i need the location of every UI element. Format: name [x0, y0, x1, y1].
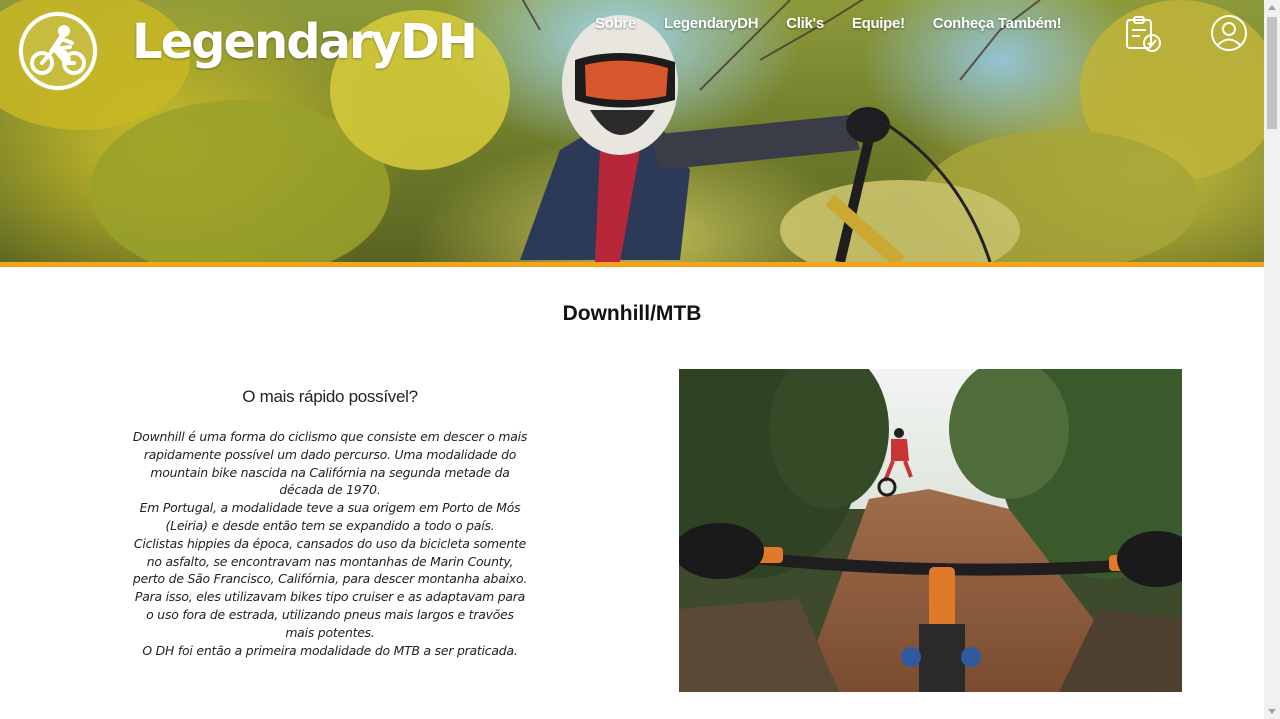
clipboard-check-icon[interactable]: [1122, 14, 1162, 54]
brand-title[interactable]: LegendaryDH: [132, 14, 478, 70]
article-paragraph: Ciclistas hippies da época, cansados do …: [132, 535, 528, 640]
hero-banner: LegendaryDH Sobre LegendaryDH Clik's Equ…: [0, 0, 1264, 262]
scrollbar-thumb[interactable]: [1267, 17, 1277, 129]
logo[interactable]: [18, 11, 98, 91]
vertical-scrollbar[interactable]: [1264, 0, 1280, 719]
article-paragraph: Downhill é uma forma do ciclismo que con…: [132, 429, 528, 498]
main-nav: Sobre LegendaryDH Clik's Equipe! Conheça…: [595, 15, 1062, 32]
user-icon[interactable]: [1210, 14, 1248, 52]
scroll-up-arrow-icon[interactable]: [1268, 5, 1276, 10]
page-title: Downhill/MTB: [562, 302, 702, 325]
section-subheading: O mais rápido possível?: [242, 387, 418, 406]
nav-item-sobre[interactable]: Sobre: [595, 15, 636, 32]
nav-item-conheca-tambem[interactable]: Conheça Também!: [933, 15, 1062, 32]
nav-item-cliks[interactable]: Clik's: [786, 15, 824, 32]
article-paragraph: O DH foi então a primeira modalidade do …: [142, 642, 518, 658]
nav-item-equipe[interactable]: Equipe!: [852, 15, 905, 32]
downhill-trail-photo: [679, 369, 1182, 692]
article-body: Downhill é uma forma do ciclismo que con…: [130, 428, 530, 659]
trail-pov-illustration: [679, 369, 1182, 692]
hero-accent-border: [0, 262, 1264, 267]
mountain-bike-logo-icon: [19, 12, 97, 90]
article-paragraph: Em Portugal, a modalidade teve a sua ori…: [139, 500, 521, 533]
scroll-down-arrow-icon[interactable]: [1268, 709, 1276, 714]
nav-item-legendarydh[interactable]: LegendaryDH: [664, 15, 759, 32]
